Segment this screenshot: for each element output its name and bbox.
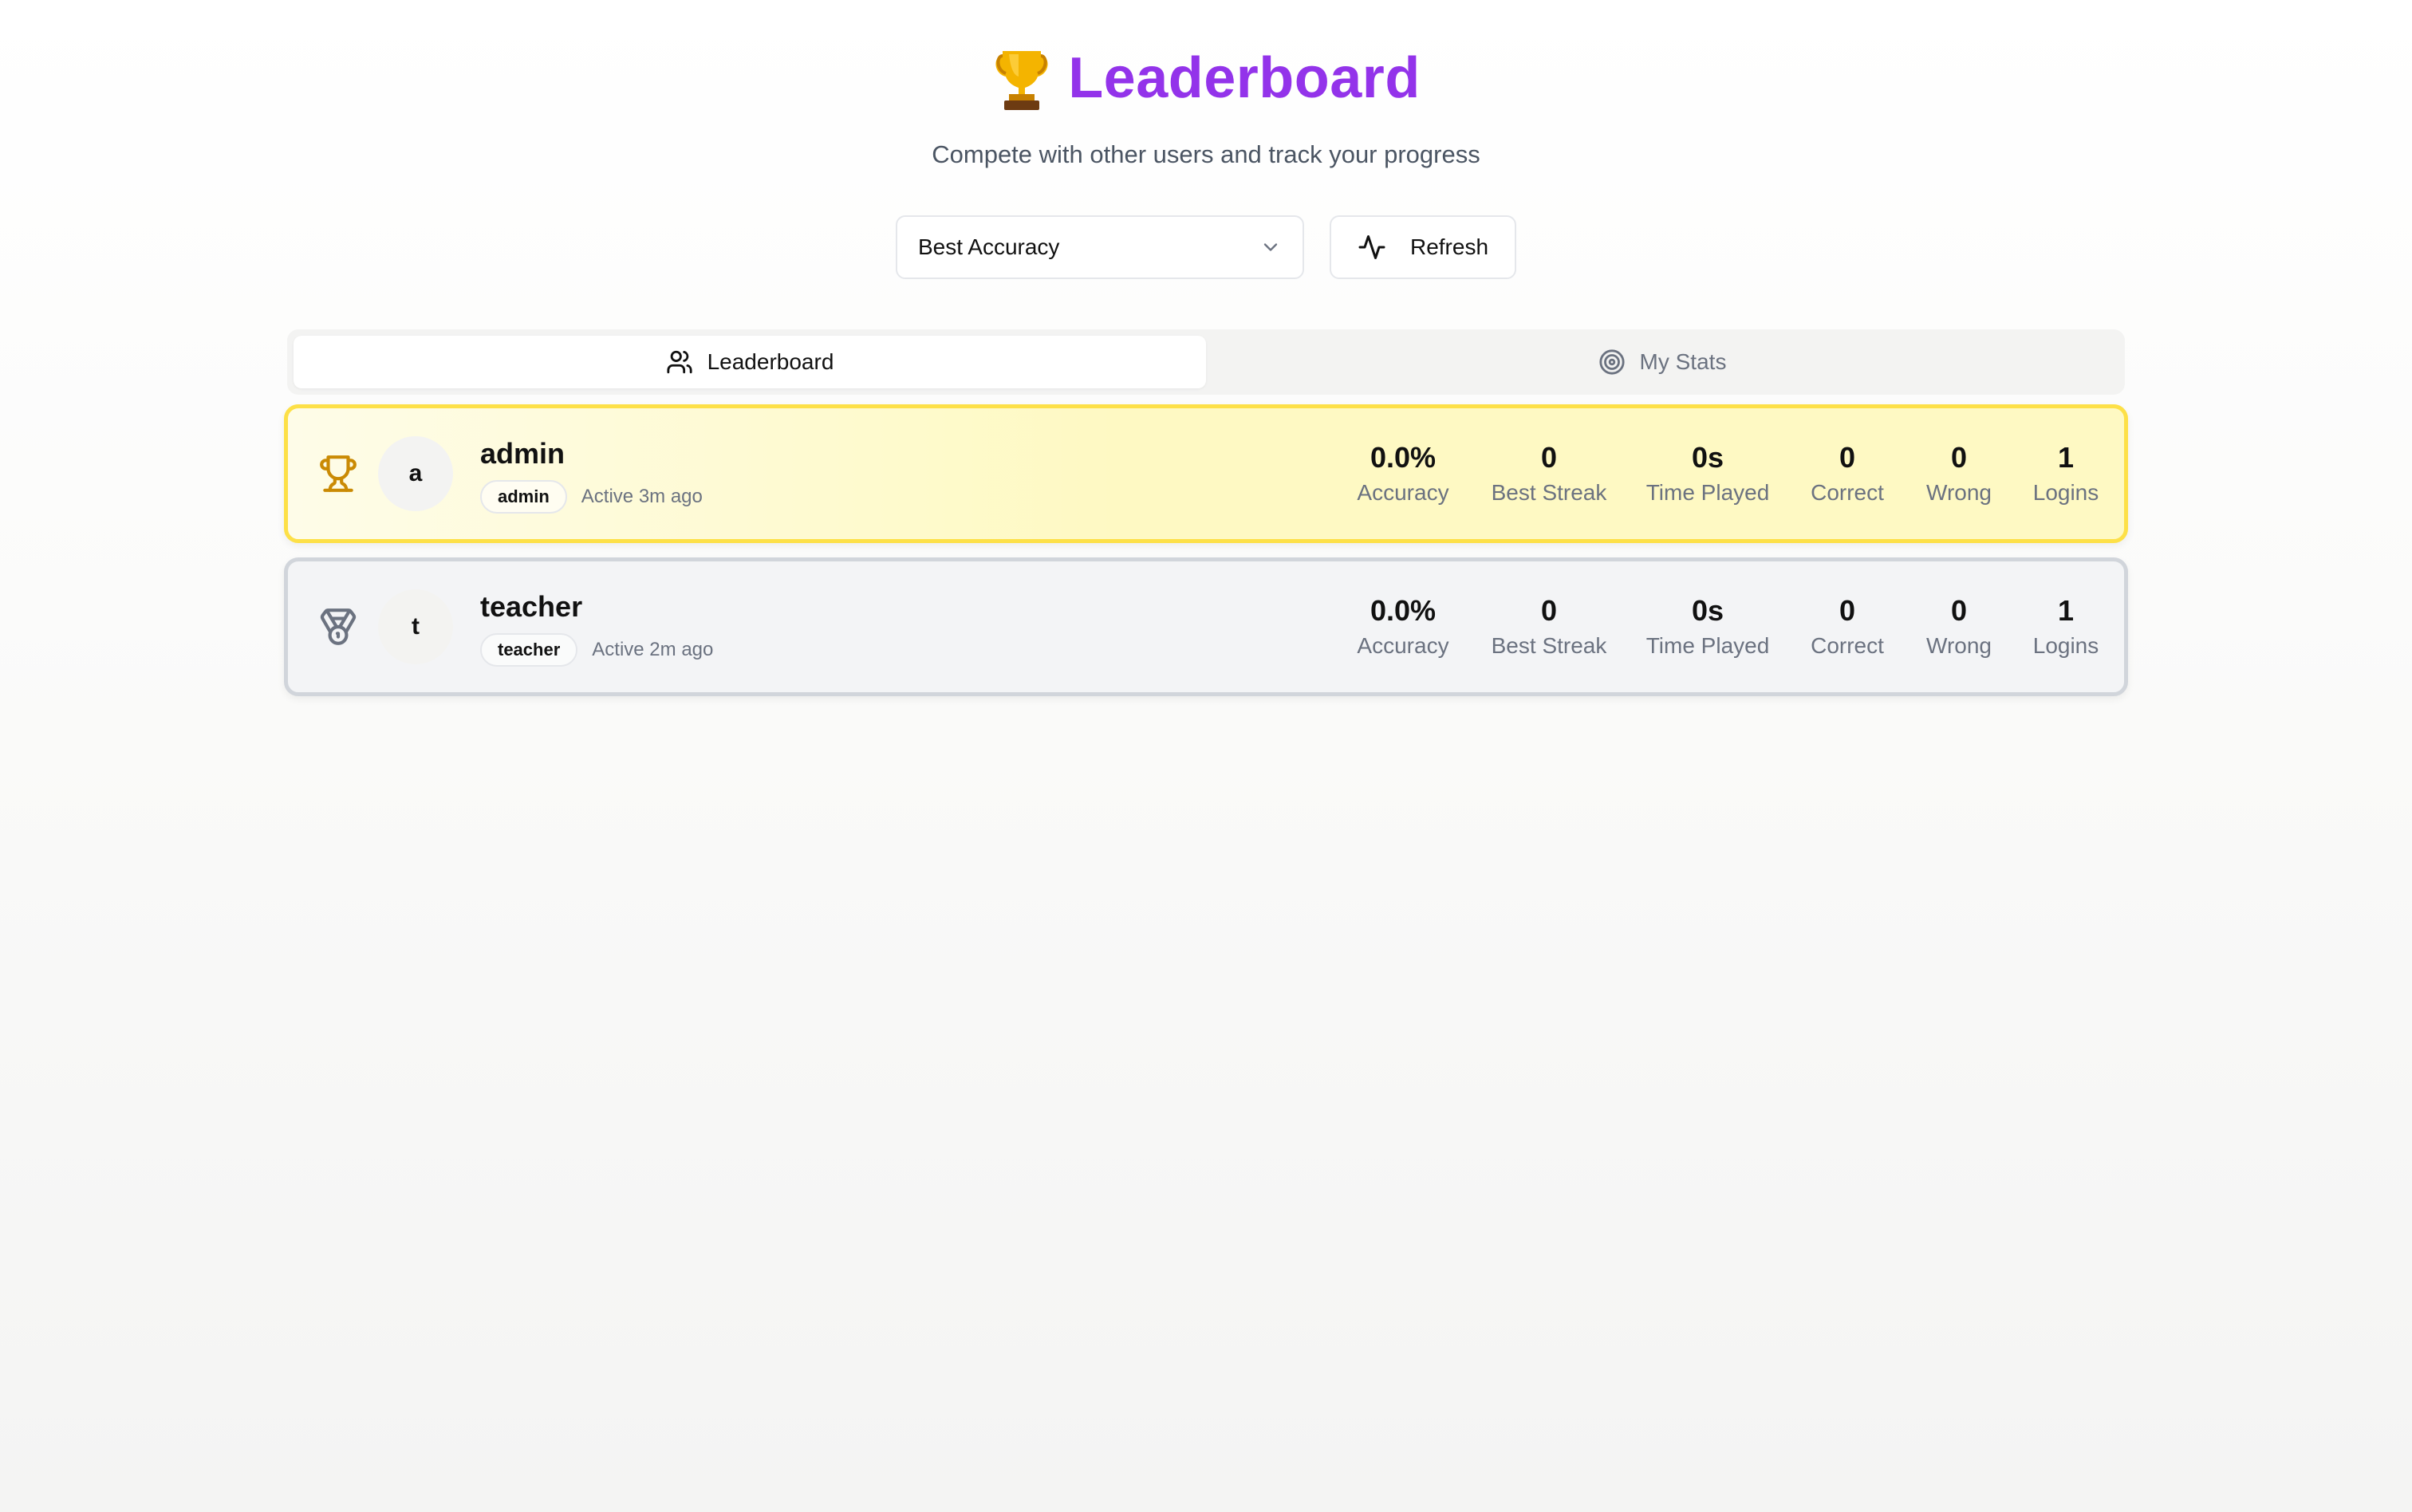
- users-icon: [667, 350, 692, 374]
- stat-logins: 1 Logins: [2033, 593, 2099, 659]
- tab-label: Leaderboard: [707, 349, 834, 374]
- stat-wrong: 0 Wrong: [1926, 593, 1992, 659]
- stat-label: Accuracy: [1357, 633, 1449, 658]
- stat-value: 1: [2057, 594, 2075, 627]
- leaderboard-entry: t teacher teacher Active 2m ago 0.0% Acc…: [284, 557, 2128, 696]
- stat-value: 0: [1839, 594, 1856, 627]
- stat-label: Time Played: [1645, 633, 1770, 658]
- stat-label: Logins: [2032, 633, 2099, 658]
- stat-logins: 1 Logins: [2033, 440, 2099, 506]
- stat-label: Accuracy: [1357, 480, 1449, 505]
- tab-list: Leaderboard My Stats: [287, 329, 2125, 395]
- stats-group: 0.0% Accuracy 0 Best Streak 0s Time Play…: [288, 440, 2124, 520]
- stat-accuracy: 0.0% Accuracy: [1357, 440, 1448, 506]
- stat-best-streak: 0 Best Streak: [1492, 440, 1607, 506]
- sort-select-value: Best Accuracy: [918, 234, 1060, 259]
- stat-label: Wrong: [1926, 633, 1992, 658]
- stat-value: 0s: [1691, 441, 1724, 474]
- stat-time-played: 0s Time Played: [1646, 593, 1770, 659]
- leaderboard-page: Leaderboard Compete with other users and…: [0, 0, 2412, 1512]
- stat-wrong: 0 Wrong: [1926, 440, 1992, 506]
- stat-time-played: 0s Time Played: [1646, 440, 1770, 506]
- refresh-label: Refresh: [1409, 234, 1489, 259]
- refresh-button[interactable]: Refresh: [1330, 215, 1516, 279]
- stat-label: Best Streak: [1491, 480, 1607, 505]
- stat-value: 0: [1839, 441, 1856, 474]
- stat-label: Correct: [1811, 480, 1884, 505]
- stat-value: 0.0%: [1370, 441, 1437, 474]
- stat-label: Wrong: [1926, 480, 1992, 505]
- leaderboard-entry: a admin admin Active 3m ago 0.0% Accurac…: [284, 404, 2128, 543]
- tab-leaderboard[interactable]: Leaderboard: [294, 336, 1206, 388]
- stat-value: 0s: [1691, 594, 1724, 627]
- page-title: Leaderboard: [1068, 46, 1421, 110]
- controls-bar: Best Accuracy Refresh: [896, 215, 1516, 279]
- activity-icon: [1358, 235, 1385, 259]
- stats-group: 0.0% Accuracy 0 Best Streak 0s Time Play…: [288, 593, 2124, 673]
- stat-value: 0: [1540, 441, 1558, 474]
- stat-value: 1: [2057, 441, 2075, 474]
- stat-label: Time Played: [1645, 480, 1770, 505]
- chevron-down-icon: [1263, 243, 1278, 251]
- tab-my-stats[interactable]: My Stats: [1206, 336, 2118, 388]
- stat-accuracy: 0.0% Accuracy: [1357, 593, 1448, 659]
- page-subtitle: Compete with other users and track your …: [932, 140, 1480, 168]
- stat-value: 0.0%: [1370, 594, 1437, 627]
- stat-correct: 0 Correct: [1811, 593, 1884, 659]
- stat-label: Correct: [1811, 633, 1884, 658]
- stat-value: 0: [1950, 441, 1968, 474]
- stat-value: 0: [1950, 594, 1968, 627]
- stat-value: 0: [1540, 594, 1558, 627]
- stat-label: Logins: [2032, 480, 2099, 505]
- sort-select[interactable]: Best Accuracy: [896, 215, 1304, 279]
- stat-correct: 0 Correct: [1811, 440, 1884, 506]
- stat-label: Best Streak: [1491, 633, 1607, 658]
- tab-label: My Stats: [1639, 349, 1727, 374]
- page-header: Leaderboard: [0, 45, 2412, 112]
- stat-best-streak: 0 Best Streak: [1492, 593, 1607, 659]
- trophy-emoji-icon: [995, 51, 1048, 110]
- target-icon: [1598, 349, 1625, 375]
